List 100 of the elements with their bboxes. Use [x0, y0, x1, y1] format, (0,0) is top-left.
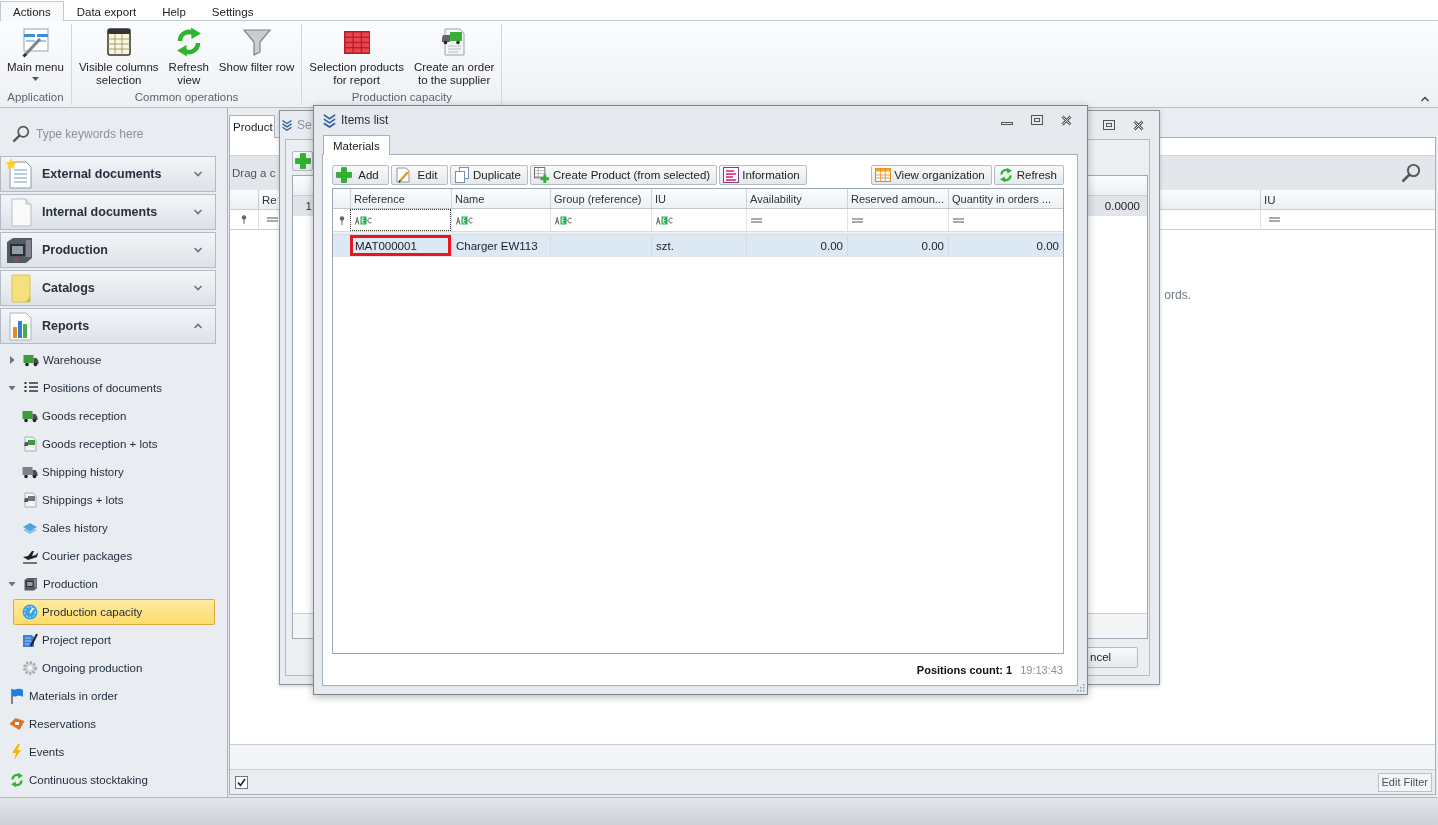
column-header[interactable]: Reference	[350, 189, 451, 208]
table-cell-text: 0.0000	[1104, 200, 1141, 212]
tree-item[interactable]: Materials in order	[4, 683, 215, 709]
tree-item[interactable]: Continuous stocktaking	[4, 767, 215, 793]
tree-item[interactable]: Shipping history	[13, 459, 215, 485]
ribbon-button[interactable]: Show filter row	[215, 26, 298, 74]
funnel-icon	[240, 26, 273, 58]
plus-icon	[336, 167, 352, 183]
column-header[interactable]: Group (reference)	[550, 189, 651, 208]
table-cell: 0.00	[847, 235, 948, 256]
machine-icon	[23, 576, 39, 592]
minimize-button[interactable]	[1001, 122, 1013, 125]
table-cell: 0.00	[948, 235, 1063, 256]
ribbon-button[interactable]: Selection products for report	[306, 26, 407, 87]
group-panel-hint: Drag a c	[232, 167, 276, 179]
add-button[interactable]	[292, 151, 313, 171]
tree-item[interactable]: Production	[4, 571, 215, 597]
row-number: 1	[304, 200, 312, 212]
truck-icon	[22, 464, 38, 480]
cancel-button[interactable]: ncel	[1086, 646, 1138, 668]
toolbar-button[interactable]: Edit	[391, 165, 448, 185]
collapse-icon	[1420, 95, 1430, 103]
pin-icon	[241, 215, 247, 224]
text-filter-icon	[555, 215, 572, 225]
toolbar-button[interactable]: Add	[332, 165, 389, 185]
document-truck-icon	[22, 436, 38, 452]
column-header[interactable]: Quantity in orders ...	[948, 189, 1063, 208]
clock-time: 19:13:43	[1020, 663, 1063, 676]
window-title: Se	[297, 118, 312, 132]
gauge-icon	[22, 604, 38, 620]
tree-item[interactable]: Project report	[13, 627, 215, 653]
nav-group-header[interactable]: Reports	[0, 308, 216, 344]
text-filter-icon	[355, 215, 372, 225]
tree-item[interactable]: Reservations	[4, 711, 215, 737]
equals-icon	[852, 217, 863, 223]
tree-item[interactable]: Sales history	[13, 515, 215, 541]
tree-item[interactable]: Goods reception + lots	[13, 431, 215, 457]
ribbon-tab[interactable]: Help	[149, 1, 199, 21]
toolbar-button[interactable]: Create Product (from selected)	[529, 165, 718, 185]
toolbar-button[interactable]: Refresh	[993, 165, 1064, 185]
tree-item[interactable]: Shippings + lots	[13, 487, 215, 513]
nav-group-header[interactable]: Catalogs	[0, 270, 216, 306]
table-plus-icon	[533, 167, 550, 183]
ribbon-button[interactable]: Main menu	[4, 26, 67, 81]
ribbon-button[interactable]: Visible columns selection	[75, 26, 162, 87]
gear-icon	[22, 660, 38, 676]
ribbon-group-label: Production capacity	[350, 90, 454, 105]
tree-item[interactable]: Production capacity	[13, 599, 215, 625]
close-button[interactable]	[1133, 119, 1144, 131]
equals-icon	[751, 217, 762, 223]
ribbon-button[interactable]: Refresh view	[165, 26, 212, 87]
filter-checkbox[interactable]	[235, 775, 248, 789]
ribbon-group-label: Application	[6, 90, 65, 105]
column-header[interactable]: Availability	[746, 189, 847, 208]
toolbar-button[interactable]: View organization	[871, 165, 992, 185]
tree-item[interactable]: Warehouse	[4, 347, 215, 373]
ribbon-tab[interactable]: Settings	[198, 1, 267, 21]
refresh-icon	[9, 772, 25, 788]
column-header[interactable]: Name	[451, 189, 550, 208]
tree-item[interactable]: Positions of documents	[4, 375, 215, 401]
refresh-icon	[997, 167, 1014, 183]
tree-item[interactable]: Ongoing production	[13, 655, 215, 681]
column-header[interactable]: IU	[651, 189, 746, 208]
search-field[interactable]: Type keywords here	[36, 124, 213, 144]
nav-group-header[interactable]: External documents	[0, 156, 216, 192]
page-tab[interactable]: Materials	[323, 135, 390, 155]
search-icon	[1401, 163, 1421, 183]
stack-icon	[22, 520, 38, 536]
restore-button[interactable]	[1103, 120, 1115, 130]
text-filter-icon	[656, 215, 673, 225]
nav-group-header[interactable]: Production	[0, 232, 216, 268]
toolbar-button[interactable]: Duplicate	[450, 165, 528, 185]
column-header[interactable]: Reserved amoun...	[847, 189, 948, 208]
restore-button[interactable]	[1031, 115, 1043, 125]
ribbon-tab[interactable]: Actions	[0, 1, 64, 21]
toolbar-button[interactable]: Information	[719, 165, 807, 185]
tree-item[interactable]: Events	[4, 739, 215, 765]
document-tab[interactable]: Product	[229, 115, 275, 138]
tree-item[interactable]: Courier packages	[13, 543, 215, 569]
equals-icon	[1269, 217, 1280, 222]
table-cell: Charger EW113	[451, 235, 550, 256]
table-cell: 0.00	[746, 235, 847, 256]
empty-message: ords.	[1164, 288, 1191, 302]
close-icon	[1133, 119, 1144, 131]
flag-icon	[9, 688, 25, 704]
table-row[interactable]: MAT000001 Charger EW113 szt. 0.00 0.00 0.00	[333, 235, 1063, 257]
close-button[interactable]	[1061, 114, 1072, 126]
column-header[interactable]: IU	[1260, 190, 1435, 209]
edit-filter-button[interactable]: Edit Filter	[1377, 772, 1432, 792]
window-title: Items list	[341, 113, 389, 127]
page-pencil-icon	[395, 167, 411, 183]
ribbon-tab[interactable]: Data export	[63, 1, 150, 21]
search-icon	[12, 125, 30, 143]
pin-icon	[338, 215, 345, 225]
nav-group-header[interactable]: Internal documents	[0, 194, 216, 230]
ribbon-button[interactable]: Create an order to the supplier	[410, 26, 498, 87]
airplane-icon	[22, 548, 38, 564]
tree-item[interactable]: Goods reception	[13, 403, 215, 429]
close-icon	[1061, 114, 1072, 126]
lines-icon	[723, 167, 740, 183]
